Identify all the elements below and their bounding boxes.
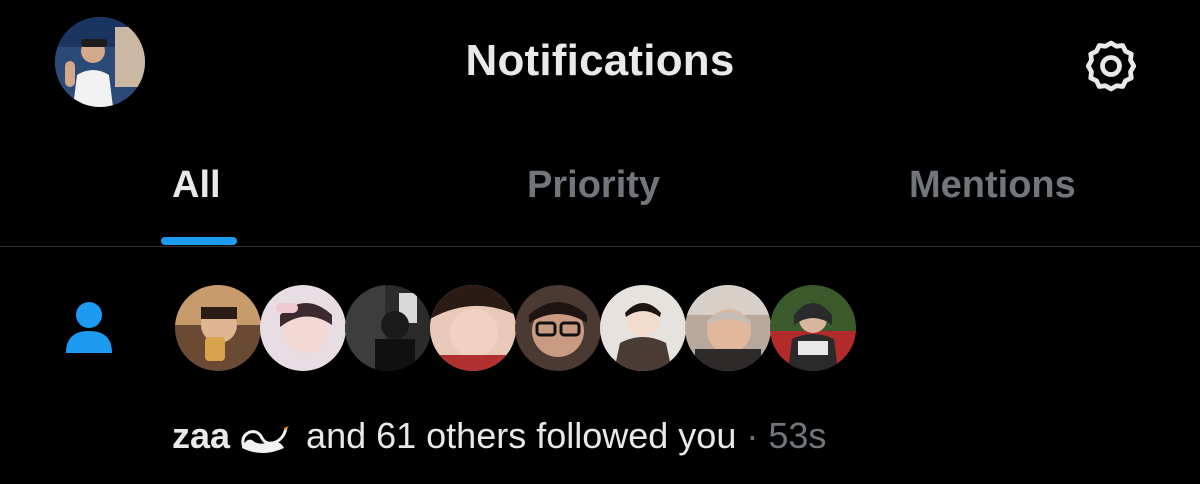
action-text: and 61 others followed you [296, 415, 737, 456]
follower-avatar[interactable] [430, 285, 516, 371]
tab-priority[interactable]: Priority [527, 164, 660, 207]
active-tab-indicator [161, 237, 237, 245]
page-title: Notifications [465, 36, 735, 85]
separator: · [736, 415, 769, 456]
follow-notification[interactable]: zaa and 61 others followed you · 53s [0, 247, 1200, 484]
notification-text: zaa and 61 others followed you · 53s [172, 415, 826, 457]
follower-avatar[interactable] [600, 285, 686, 371]
tab-mentions[interactable]: Mentions [909, 164, 1076, 207]
follower-avatar[interactable] [685, 285, 771, 371]
gear-icon [1085, 40, 1137, 92]
follower-avatar[interactable] [345, 285, 431, 371]
tab-bar: All Priority Mentions [0, 130, 1200, 247]
timestamp: 53s [768, 415, 827, 456]
follower-avatar[interactable] [175, 285, 261, 371]
follower-avatar[interactable] [770, 285, 856, 371]
header: Notifications [0, 0, 1200, 130]
person-icon [64, 301, 114, 353]
tab-all[interactable]: All [172, 164, 221, 207]
settings-button[interactable] [1078, 33, 1144, 99]
actor-name[interactable]: zaa [172, 415, 230, 456]
follower-avatar[interactable] [515, 285, 601, 371]
follower-avatar[interactable] [260, 285, 346, 371]
swan-icon [241, 425, 290, 453]
